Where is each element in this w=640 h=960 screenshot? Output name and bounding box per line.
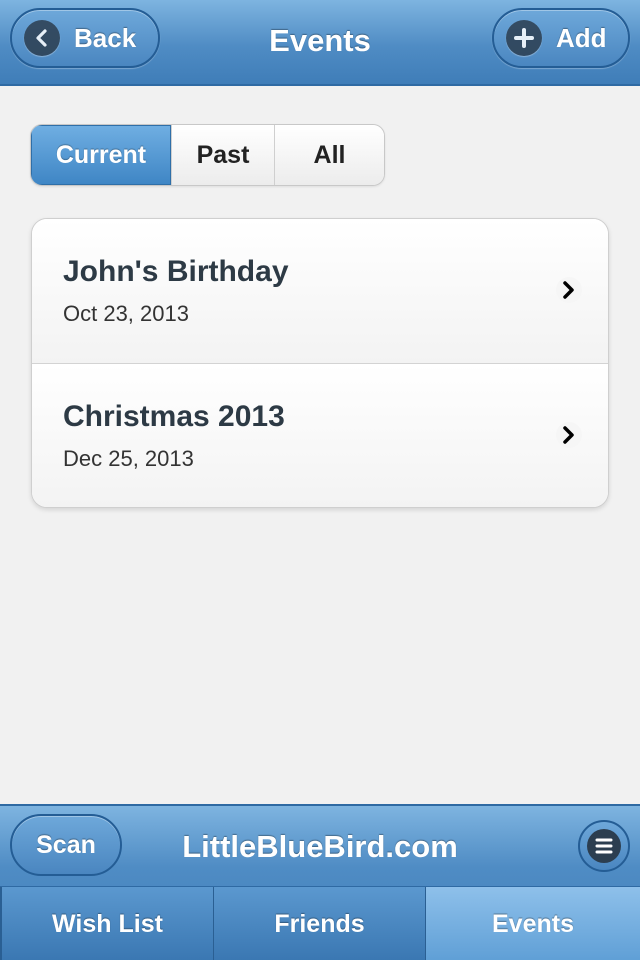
plus-icon	[506, 20, 542, 56]
filter-past[interactable]: Past	[171, 125, 274, 185]
menu-button[interactable]	[578, 820, 630, 872]
list-item[interactable]: Christmas 2013 Dec 25, 2013	[32, 363, 608, 507]
tab-wish-list[interactable]: Wish List	[0, 887, 213, 960]
filter-all[interactable]: All	[274, 125, 384, 185]
menu-icon	[587, 829, 621, 863]
back-button-label: Back	[74, 22, 137, 53]
tab-bar: Wish List Friends Events	[0, 886, 640, 960]
brand-title: LittleBlueBird.com	[182, 829, 458, 864]
tab-friends[interactable]: Friends	[213, 887, 425, 960]
add-button-label: Add	[556, 22, 607, 53]
filter-current[interactable]: Current	[31, 125, 171, 185]
event-date: Oct 23, 2013	[63, 301, 189, 326]
scan-button[interactable]: Scan	[10, 814, 122, 876]
chevron-right-icon	[556, 422, 582, 448]
event-title: John's Birthday	[63, 255, 289, 288]
chevron-left-icon	[24, 20, 60, 56]
tab-events[interactable]: Events	[425, 887, 640, 960]
event-title: Christmas 2013	[63, 400, 285, 433]
back-button[interactable]: Back	[10, 8, 160, 68]
list-item[interactable]: John's Birthday Oct 23, 2013	[32, 219, 608, 363]
chevron-right-icon	[556, 277, 582, 303]
event-filter-segment: Current Past All	[30, 124, 385, 186]
event-date: Dec 25, 2013	[63, 446, 194, 471]
header-bar: Events Back Add	[0, 0, 640, 86]
add-button[interactable]: Add	[492, 8, 630, 68]
app: Events Back Add Current Past All John's …	[0, 0, 640, 960]
event-list: John's Birthday Oct 23, 2013 Christmas 2…	[31, 218, 609, 508]
